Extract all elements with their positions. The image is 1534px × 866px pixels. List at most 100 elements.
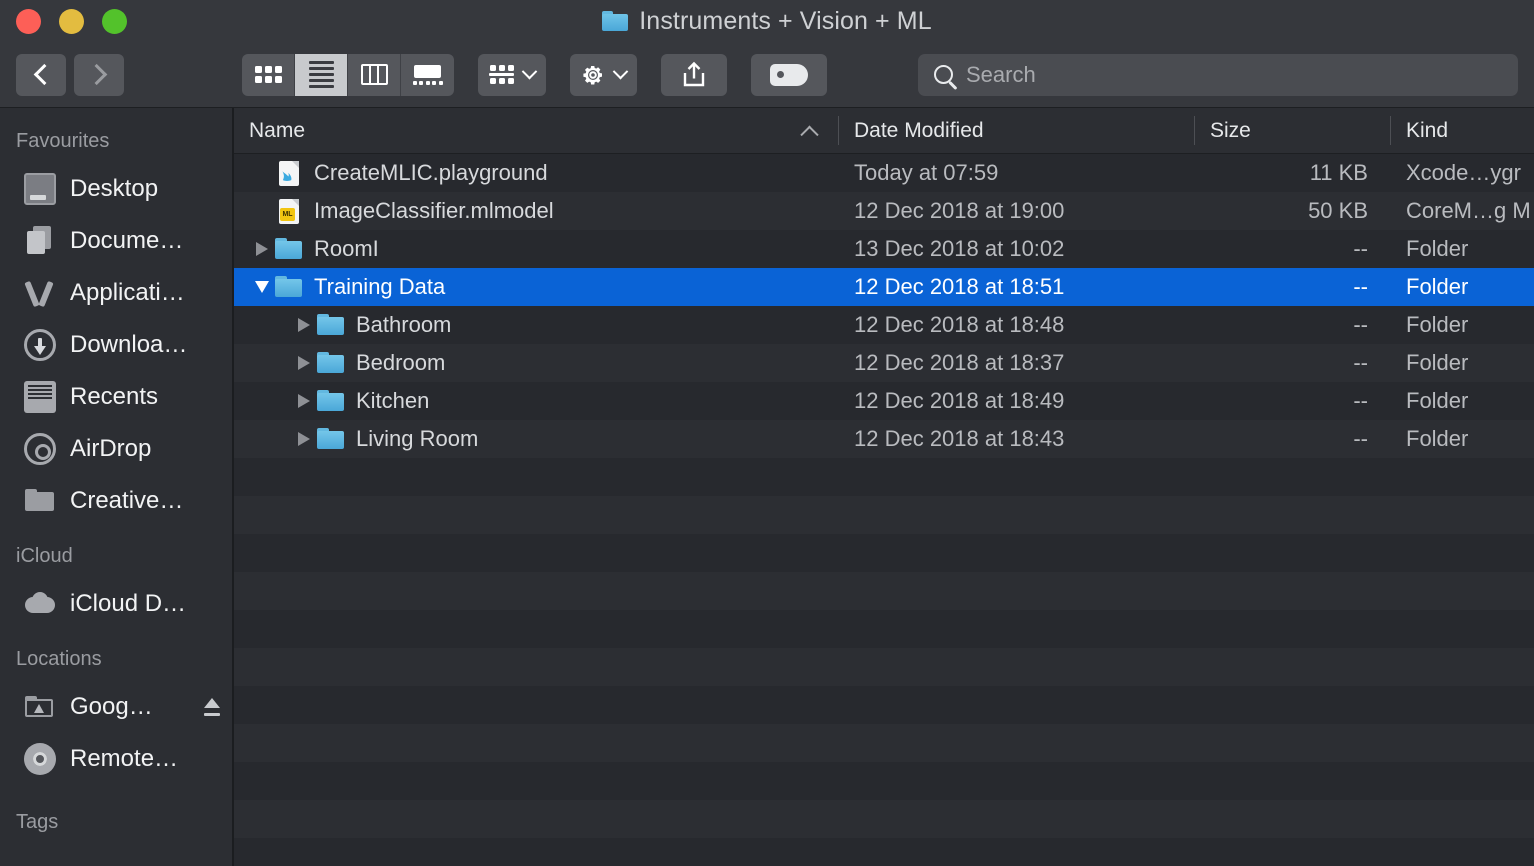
empty-row[interactable] <box>234 534 1534 572</box>
action-button[interactable] <box>570 53 637 96</box>
cell-name: RoomI <box>234 236 838 262</box>
disclosure-triangle[interactable] <box>291 432 317 446</box>
sidebar-item-label: iCloud D… <box>70 590 187 617</box>
column-header-label: Kind <box>1406 118 1449 142</box>
sidebar-item-label: Applicati… <box>70 279 185 306</box>
empty-row[interactable] <box>234 762 1534 800</box>
column-header-name[interactable]: Name <box>234 108 838 153</box>
sidebar-item-label: Goog… <box>70 693 153 720</box>
disclosure-triangle[interactable] <box>291 318 317 332</box>
file-name: CreateMLIC.playground <box>314 160 548 185</box>
cell-kind: Folder <box>1406 388 1469 413</box>
cell-kind: Folder <box>1406 274 1469 299</box>
cell-name: Living Room <box>234 426 838 452</box>
table-row[interactable]: Bathroom 12 Dec 2018 at 18:48 -- Folder <box>234 306 1534 344</box>
table-row[interactable]: Living Room 12 Dec 2018 at 18:43 -- Folder <box>234 420 1534 458</box>
folder-icon <box>275 275 303 299</box>
folder-icon <box>317 427 345 451</box>
edit-tags-button[interactable] <box>751 53 827 96</box>
file-name: Training Data <box>314 274 446 299</box>
sidebar-item-documents[interactable]: Docume… <box>0 215 232 267</box>
disclosure-triangle[interactable] <box>291 356 317 370</box>
table-row[interactable]: ML ImageClassifier.mlmodel 12 Dec 2018 at … <box>234 192 1534 230</box>
table-row[interactable]: Kitchen 12 Dec 2018 at 18:49 -- Folder <box>234 382 1534 420</box>
grid-icon <box>254 66 282 83</box>
chevron-down-icon <box>255 281 269 293</box>
search-icon <box>934 65 953 84</box>
documents-icon <box>24 225 56 257</box>
column-header-date-modified[interactable]: Date Modified <box>838 108 1194 153</box>
table-row[interactable]: CreateMLIC.playground Today at 07:59 11 KB… <box>234 154 1534 192</box>
file-name: Living Room <box>356 426 479 451</box>
column-header-label: Name <box>249 118 306 142</box>
sidebar-heading-locations: Locations <box>16 648 102 670</box>
back-button[interactable] <box>16 53 66 96</box>
recents-icon <box>24 381 56 413</box>
table-row[interactable]: Training Data 12 Dec 2018 at 18:51 -- Folde… <box>234 268 1534 306</box>
cell-name: ML ImageClassifier.mlmodel <box>234 198 838 224</box>
empty-row[interactable] <box>234 572 1534 610</box>
column-header-size[interactable]: Size <box>1194 108 1390 153</box>
google-drive-icon <box>24 691 56 723</box>
cell-date-modified: 12 Dec 2018 at 18:48 <box>854 312 1065 337</box>
sort-ascending-icon <box>800 125 819 144</box>
empty-row[interactable] <box>234 496 1534 534</box>
sidebar-item-remote-disc[interactable]: Remote… <box>0 733 232 785</box>
sidebar-item-downloads[interactable]: Downloa… <box>0 319 232 371</box>
sidebar-item-label: Remote… <box>70 745 179 772</box>
desktop-icon <box>24 173 56 205</box>
folder-icon <box>24 485 56 517</box>
share-button[interactable] <box>661 53 727 96</box>
empty-row[interactable] <box>234 686 1534 724</box>
minimize-button[interactable] <box>59 8 84 34</box>
sidebar-item-creative[interactable]: Creative… <box>0 475 232 527</box>
table-row[interactable]: RoomI 13 Dec 2018 at 10:02 -- Folder <box>234 230 1534 268</box>
sidebar-item-label: Docume… <box>70 227 184 254</box>
cell-size: -- <box>1353 388 1368 413</box>
disclosure-triangle[interactable] <box>249 242 275 256</box>
cell-size: 50 KB <box>1308 198 1368 223</box>
arrange-icon <box>489 64 514 85</box>
search-placeholder: Search <box>966 61 1036 87</box>
chevron-right-icon <box>298 318 310 332</box>
empty-row[interactable] <box>234 724 1534 762</box>
arrange-by-button[interactable] <box>478 53 546 96</box>
zoom-button[interactable] <box>102 8 127 34</box>
sidebar-item-icloud-drive[interactable]: iCloud D… <box>0 578 232 630</box>
gallery-view-button[interactable] <box>401 54 454 96</box>
tag-icon <box>770 63 808 86</box>
table-row[interactable]: Bedroom 12 Dec 2018 at 18:37 -- Folder <box>234 344 1534 382</box>
forward-button[interactable] <box>74 53 124 96</box>
empty-row[interactable] <box>234 838 1534 866</box>
search-field[interactable]: Search <box>918 53 1518 96</box>
column-header-label: Date Modified <box>854 118 984 142</box>
list-icon <box>308 61 334 88</box>
sidebar-item-applications[interactable]: Applicati… <box>0 267 232 319</box>
chevron-right-icon <box>298 356 310 370</box>
sidebar-item-recents[interactable]: Recents <box>0 371 232 423</box>
sidebar-item-google-drive[interactable]: Goog… <box>0 681 232 733</box>
empty-row[interactable] <box>234 648 1534 686</box>
disclosure-triangle[interactable] <box>249 281 275 293</box>
close-button[interactable] <box>16 8 41 34</box>
column-header-kind[interactable]: Kind <box>1390 108 1534 153</box>
file-name: ImageClassifier.mlmodel <box>314 198 554 223</box>
cell-name: Kitchen <box>234 388 838 414</box>
column-headers: Name Date Modified Size Kind <box>234 108 1534 154</box>
mlmodel-file-icon: ML <box>275 199 303 224</box>
disclosure-triangle[interactable] <box>291 394 317 408</box>
column-view-button[interactable] <box>348 53 401 96</box>
empty-row[interactable] <box>234 610 1534 648</box>
list-view-button[interactable] <box>295 53 348 96</box>
sidebar-item-airdrop[interactable]: AirDrop <box>0 423 232 475</box>
sidebar-item-desktop[interactable]: Desktop <box>0 163 232 215</box>
empty-row[interactable] <box>234 458 1534 496</box>
columns-icon <box>360 64 388 85</box>
cell-date-modified: 12 Dec 2018 at 18:43 <box>854 426 1065 451</box>
sidebar-heading-favourites: Favourites <box>16 130 110 152</box>
icon-view-button[interactable] <box>242 53 295 96</box>
empty-row[interactable] <box>234 800 1534 838</box>
cell-kind: CoreM…g M <box>1406 198 1531 223</box>
eject-button[interactable] <box>202 698 222 716</box>
cell-date-modified: Today at 07:59 <box>854 160 999 185</box>
